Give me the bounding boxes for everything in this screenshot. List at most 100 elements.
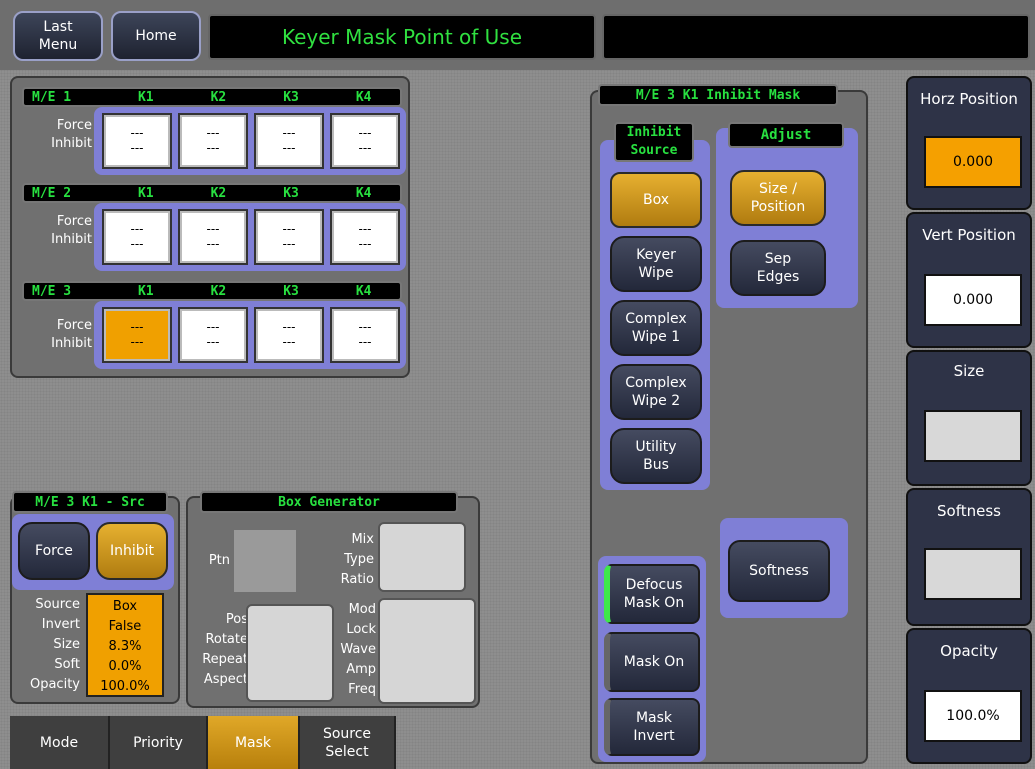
amp-label: Amp [346,662,376,677]
wave-label: Wave [340,642,376,657]
src-values: Box False 8.3% 0.0% 100.0% [86,593,164,697]
k4-label: K4 [355,89,372,105]
mask-on-toggle[interactable]: Mask On [604,632,700,692]
me3-header: M/E 3 K1 K2 K3 K4 [22,281,402,301]
mix-label: Mix [351,532,374,547]
mod-labels: Mod Lock Wave Amp Freq [322,600,376,700]
me1-header: M/E 1 K1 K2 K3 K4 [22,87,402,107]
me2-k2-cell[interactable]: --- --- [178,209,248,265]
size-label: Size [53,637,80,652]
source-utility-bus-button[interactable]: Utility Bus [610,428,702,484]
me3-k1-cell[interactable]: --- --- [102,307,172,363]
horz-position-panel[interactable]: Horz Position 0.000 [906,76,1032,210]
defocus-mask-on-toggle[interactable]: Defocus Mask On [604,564,700,624]
mask-invert-toggle[interactable]: Mask Invert [604,698,700,756]
me2-k1-cell[interactable]: --- --- [102,209,172,265]
k4-label: K4 [355,283,372,299]
opacity-label: Opacity [29,677,80,692]
source-complex-wipe-1-button[interactable]: Complex Wipe 1 [610,300,702,356]
src-panel-title: M/E 3 K1 - Src [12,491,168,513]
repeat-label: Repeat [202,652,248,667]
me2-k4-cell[interactable]: --- --- [330,209,400,265]
size-value: 8.3% [108,639,142,654]
rotate-label: Rotate [205,632,248,647]
last-menu-button[interactable]: Last Menu [13,11,103,61]
softness-label: Softness [937,502,1001,520]
ratio-label: Ratio [340,572,374,587]
aspect-label: Aspect [203,672,248,687]
vert-position-label: Vert Position [922,226,1016,244]
inhibit-button[interactable]: Inhibit [96,522,168,580]
me3-k2-cell[interactable]: --- --- [178,307,248,363]
force-button[interactable]: Force [18,522,90,580]
me2-label: M/E 2 [32,185,72,201]
mix-type-ratio-field[interactable] [378,522,466,592]
me3-k4-cell[interactable]: --- --- [330,307,400,363]
opacity-panel[interactable]: Opacity 100.0% [906,628,1032,764]
k2-label: K2 [210,185,227,201]
me1-k2-cell[interactable]: --- --- [178,113,248,169]
size-position-button[interactable]: Size / Position [730,170,826,226]
size-panel[interactable]: Size [906,350,1032,486]
k1-label: K1 [137,89,154,105]
mod-wave-field[interactable] [378,598,476,704]
me3-label: M/E 3 [32,283,72,299]
source-label: Source [35,597,80,612]
pos-labels: Pos Rotate Repeat Aspect [186,610,248,690]
force-inhibit-label: Force Inhibit [51,214,92,247]
invert-label: Invert [41,617,80,632]
size-value [924,410,1022,462]
me2-k3-cell[interactable]: --- --- [254,209,324,265]
lock-label: Lock [346,622,376,637]
me1-k4-cell[interactable]: --- --- [330,113,400,169]
vert-position-value: 0.000 [924,274,1022,326]
tab-source-select[interactable]: Source Select [300,716,396,769]
pos-label: Pos [225,612,248,627]
inhibit-mask-title: M/E 3 K1 Inhibit Mask [598,84,838,106]
vert-position-panel[interactable]: Vert Position 0.000 [906,212,1032,348]
opacity-value: 100.0% [924,690,1022,742]
source-keyer-wipe-button[interactable]: Keyer Wipe [610,236,702,292]
mix-labels: Mix Type Ratio [316,530,374,590]
sep-edges-button[interactable]: Sep Edges [730,240,826,296]
pattern-swatch[interactable] [234,530,296,592]
home-button[interactable]: Home [111,11,201,61]
k3-label: K3 [283,283,299,299]
horz-position-label: Horz Position [920,90,1018,108]
k3-label: K3 [283,185,299,201]
softness-button[interactable]: Softness [728,540,830,602]
opacity-value: 100.0% [100,679,150,694]
freq-label: Freq [348,682,376,697]
tab-priority[interactable]: Priority [110,716,208,769]
force-inhibit-label: Force Inhibit [51,118,92,151]
k2-label: K2 [210,283,227,299]
inhibit-source-title: Inhibit Source [614,122,694,162]
horz-position-value: 0.000 [924,136,1022,188]
size-label: Size [953,362,985,380]
tab-mask[interactable]: Mask [208,716,300,769]
source-box-button[interactable]: Box [610,172,702,228]
invert-value: False [108,619,142,634]
source-complex-wipe-2-button[interactable]: Complex Wipe 2 [610,364,702,420]
opacity-label: Opacity [940,642,998,660]
soft-label: Soft [54,657,80,672]
me2-header: M/E 2 K1 K2 K3 K4 [22,183,402,203]
pos-rotate-field[interactable] [246,604,334,702]
me1-k3-cell[interactable]: --- --- [254,113,324,169]
tab-mode[interactable]: Mode [10,716,110,769]
me3-k3-cell[interactable]: --- --- [254,307,324,363]
box-generator-title: Box Generator [200,491,458,513]
source-value: Box [112,599,138,614]
k2-label: K2 [210,89,227,105]
me1-label: M/E 1 [32,89,72,105]
me1-k1-cell[interactable]: --- --- [102,113,172,169]
k1-label: K1 [137,185,154,201]
page-title: Keyer Mask Point of Use [208,14,596,60]
softness-value [924,548,1022,600]
k4-label: K4 [355,185,372,201]
k3-label: K3 [283,89,299,105]
adjust-title: Adjust [728,122,844,148]
k1-label: K1 [137,283,154,299]
softness-panel[interactable]: Softness [906,488,1032,626]
src-labels: Source Invert Size Soft Opacity [12,595,80,695]
